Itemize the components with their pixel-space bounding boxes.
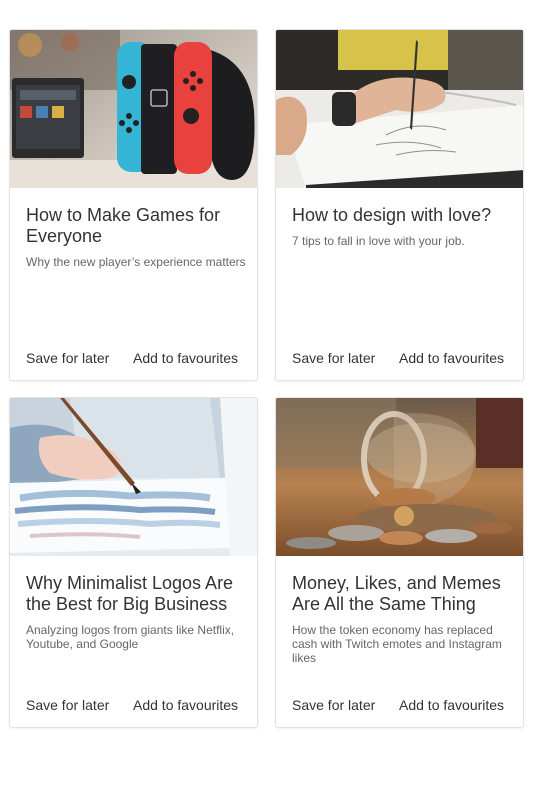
- card-image-drawing: [276, 30, 523, 188]
- card-title: How to design with love?: [292, 205, 492, 225]
- card-image-watercolor: [10, 398, 257, 556]
- game-controller-photo-icon: [10, 30, 257, 188]
- card-actions: Save for later Add to favourites: [276, 696, 523, 716]
- card-title: Why Minimalist Logos Are the Best for Bi…: [26, 573, 234, 614]
- save-for-later-button[interactable]: Save for later: [26, 349, 109, 367]
- card-actions: Save for later Add to favourites: [10, 696, 257, 716]
- card-subtitle: 7 tips to fall in love with your job.: [292, 234, 465, 248]
- save-for-later-button[interactable]: Save for later: [26, 696, 109, 714]
- card-subtitle: Why the new player’s experience matters: [26, 255, 246, 269]
- add-to-favourites-button[interactable]: Add to favourites: [133, 696, 238, 714]
- card-title: Money, Likes, and Memes Are All the Same…: [292, 573, 501, 614]
- add-to-favourites-button[interactable]: Add to favourites: [399, 696, 504, 714]
- article-card[interactable]: How to design with love? 7 tips to fall …: [275, 29, 524, 381]
- add-to-favourites-button[interactable]: Add to favourites: [399, 349, 504, 367]
- card-image-coin-jar: [276, 398, 523, 556]
- add-to-favourites-button[interactable]: Add to favourites: [133, 349, 238, 367]
- coin-jar-photo-icon: [276, 398, 523, 556]
- card-title: How to Make Games for Everyone: [26, 205, 221, 246]
- card-actions: Save for later Add to favourites: [10, 349, 257, 369]
- drawing-hand-photo-icon: [276, 30, 523, 188]
- card-image-game-controller: [10, 30, 257, 188]
- article-card[interactable]: How to Make Games for Everyone Why the n…: [9, 29, 258, 381]
- article-card[interactable]: Money, Likes, and Memes Are All the Same…: [275, 397, 524, 728]
- card-subtitle: How the token economy has replaced cash …: [292, 623, 502, 665]
- card-subtitle: Analyzing logos from giants like Netflix…: [26, 623, 235, 651]
- save-for-later-button[interactable]: Save for later: [292, 696, 375, 714]
- article-card[interactable]: Why Minimalist Logos Are the Best for Bi…: [9, 397, 258, 728]
- save-for-later-button[interactable]: Save for later: [292, 349, 375, 367]
- card-actions: Save for later Add to favourites: [276, 349, 523, 369]
- watercolor-painting-photo-icon: [10, 398, 257, 556]
